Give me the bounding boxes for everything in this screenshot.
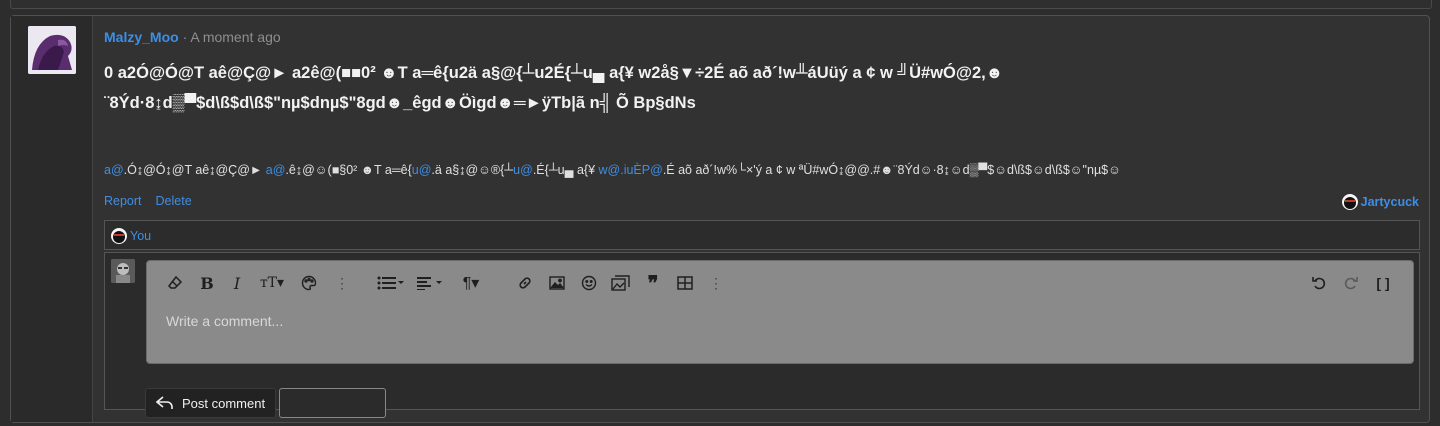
text-run: .É{┴u▄ a{¥ (532, 163, 599, 177)
post-meta: Malzy_Moo · A moment ago (104, 29, 281, 45)
text-run: .ä a§↨@☺®{┴ (431, 163, 514, 177)
eraser-icon[interactable] (165, 273, 185, 293)
comment-editor[interactable]: B I тT▾ ⋮ ¶▾ ❞ ⋮ [] Write a comment... (146, 260, 1414, 364)
meta-separator: · (178, 29, 191, 45)
profile-post: Malzy_Moo · A moment ago 0 a2Ó@Ó@T aê@Ç@… (10, 15, 1430, 423)
table-icon[interactable] (675, 273, 695, 293)
poster-avatar[interactable] (28, 26, 76, 74)
post-main: Malzy_Moo · A moment ago 0 a2Ó@Ó@T aê@Ç@… (104, 16, 1429, 422)
post-body: 0 a2Ó@Ó@T aê@Ç@► a2ê@(■■0² ☻T a═ê{u2ä a§… (104, 58, 1214, 118)
more-options-icon[interactable]: ⋮ (709, 275, 723, 292)
you-label[interactable]: You (130, 229, 151, 243)
post-actions: Report Delete (104, 194, 206, 208)
post-time[interactable]: A moment ago (190, 29, 280, 45)
reaction-summary[interactable]: Jartycuck (1341, 194, 1419, 210)
paragraph-icon[interactable]: ¶▾ (455, 273, 487, 293)
post-body-line-2: ¨8Ýd·8↨d▒▀$d\ß$d\ß$"nµ$dnµ$"8gd☻_êgd☻Öìg… (104, 94, 696, 112)
reactor-name[interactable]: Jartycuck (1361, 195, 1419, 209)
text-size-icon[interactable]: тT▾ (255, 273, 289, 293)
list-icon[interactable] (375, 273, 407, 293)
reactor-avatar (1341, 194, 1358, 210)
editor-toolbar: B I тT▾ ⋮ ¶▾ ❞ ⋮ [] (147, 261, 1413, 305)
commenter-avatar[interactable] (111, 259, 135, 283)
user-column (11, 16, 93, 422)
post-secondary-text: a@.Ó↨@Ó↨@T aê↨@Ç@► a@.ê↨@☺(■§0² ☻T a═ê{u… (104, 163, 1121, 177)
text-run: .É aõ að´!w%└×'ý a ¢ w ªÜ#wÓ↨@@.#☻¨8Ýd☺·… (662, 163, 1121, 177)
more-options-icon[interactable]: ⋮ (335, 275, 349, 292)
comment-box: B I тT▾ ⋮ ¶▾ ❞ ⋮ [] Write a comment... … (104, 252, 1420, 418)
text-run: .ê↨@☺(■§0² ☻T a═ê{ (285, 163, 412, 177)
quote-icon[interactable]: ❞ (641, 273, 665, 295)
comment-placeholder: Write a comment... (166, 313, 284, 329)
inline-link[interactable]: a@ (266, 163, 286, 177)
post-body-line-1: 0 a2Ó@Ó@T aê@Ç@► a2ê@(■■0² ☻T a═ê{u2ä a§… (104, 64, 1004, 82)
text-run: .Ó↨@Ó↨@T aê↨@Ç@► (123, 163, 266, 177)
align-icon[interactable] (415, 273, 447, 293)
post-comment-label: Post comment (182, 395, 266, 411)
undo-icon[interactable] (1309, 273, 1329, 293)
fullscreen-icon[interactable]: [ ] (1373, 273, 1393, 293)
previous-post-edge (10, 0, 1432, 9)
media-icon[interactable] (610, 273, 632, 293)
reactions-bar: You (104, 220, 1420, 250)
you-reacted[interactable]: You (111, 228, 151, 244)
italic-icon[interactable]: I (227, 273, 247, 293)
comment-extra-field[interactable] (279, 388, 386, 418)
your-avatar (111, 228, 127, 244)
delete-link[interactable]: Delete (156, 194, 192, 208)
image-icon[interactable] (547, 273, 567, 293)
redo-icon[interactable] (1341, 273, 1361, 293)
inline-link[interactable]: a@ (104, 163, 124, 177)
reply-icon (156, 396, 173, 409)
inline-link[interactable]: u@ (513, 163, 533, 177)
post-comment-button[interactable]: Post comment (145, 388, 277, 418)
report-link[interactable]: Report (104, 194, 142, 208)
inline-link[interactable]: w@.iuÈP@ (599, 163, 663, 177)
link-icon[interactable] (515, 273, 535, 293)
username-link[interactable]: Malzy_Moo (104, 29, 179, 45)
smilie-icon[interactable] (579, 273, 599, 293)
bold-icon[interactable]: B (197, 273, 217, 293)
inline-link[interactable]: u@ (412, 163, 432, 177)
palette-icon[interactable] (299, 273, 319, 293)
